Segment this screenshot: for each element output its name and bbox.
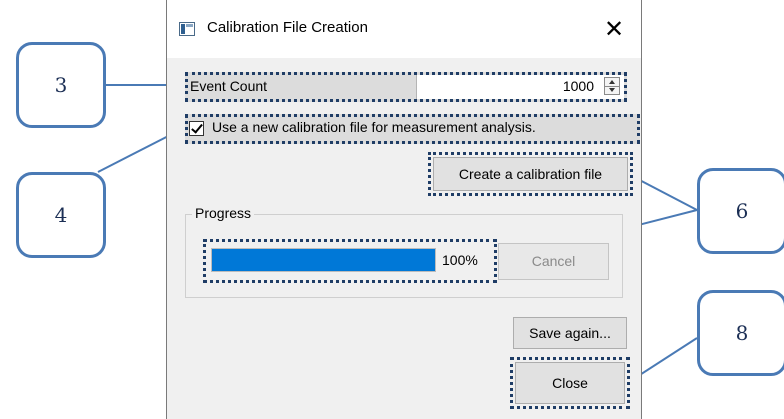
title-bar[interactable]: Calibration File Creation ✕	[167, 0, 641, 58]
close-button-highlight: Close	[510, 357, 630, 409]
progress-highlight: 100%	[203, 239, 497, 283]
cancel-button[interactable]: Cancel	[498, 243, 609, 280]
spin-down-arrow-icon[interactable]	[605, 86, 619, 94]
create-button-highlight: Create a calibration file	[428, 152, 633, 196]
progress-group: Progress 100% Cancel	[185, 205, 623, 298]
progress-percent: 100%	[442, 252, 478, 268]
event-count-label: Event Count	[190, 78, 268, 94]
callout-3: 3	[16, 42, 106, 128]
use-new-file-label[interactable]: Use a new calibration file for measureme…	[212, 119, 536, 135]
event-count-value[interactable]: 1000	[563, 78, 594, 94]
save-again-button[interactable]: Save again...	[513, 317, 627, 349]
event-count-row: Event Count 1000	[185, 72, 627, 102]
dialog-window: Calibration File Creation ✕ Event Count …	[166, 0, 642, 419]
create-calibration-file-button[interactable]: Create a calibration file	[433, 157, 628, 191]
spin-buttons	[604, 77, 620, 95]
app-window-icon	[179, 22, 195, 36]
close-icon[interactable]: ✕	[597, 10, 631, 50]
callout-6: 6	[697, 168, 784, 254]
progress-group-title: Progress	[192, 205, 255, 221]
progress-bar	[211, 248, 436, 272]
progress-bar-fill	[212, 249, 435, 271]
callout-4: 4	[16, 172, 106, 258]
event-count-spinbox[interactable]: 1000	[416, 75, 624, 99]
close-button[interactable]: Close	[515, 362, 625, 404]
callout-8: 8	[697, 290, 784, 376]
window-title: Calibration File Creation	[207, 19, 368, 36]
use-new-file-checkbox[interactable]	[189, 121, 204, 136]
use-new-file-row: Use a new calibration file for measureme…	[185, 114, 640, 144]
